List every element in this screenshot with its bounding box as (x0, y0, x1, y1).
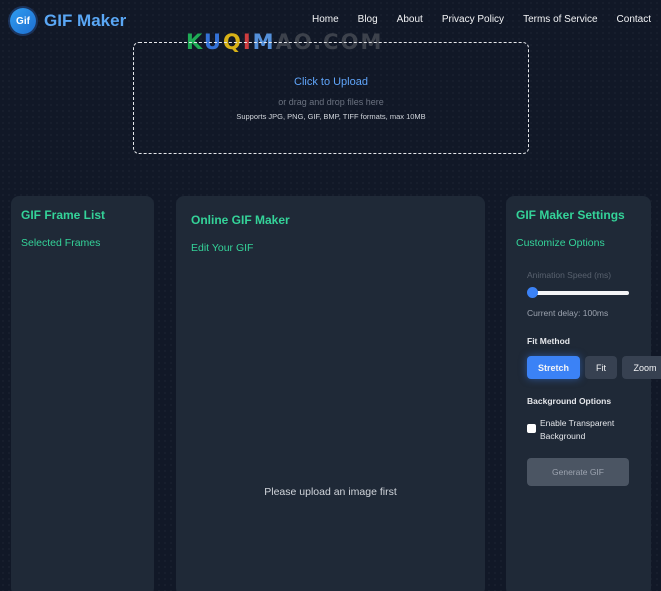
site-title: GIF Maker (44, 11, 127, 30)
nav-about-link[interactable]: About (397, 14, 423, 25)
fit-zoom-button[interactable]: Zoom (622, 356, 661, 379)
settings-panel: GIF Maker Settings Customize Options Ani… (506, 196, 661, 591)
nav-contact-link[interactable]: Contact (617, 14, 651, 25)
fit-method-label: Fit Method (527, 336, 570, 346)
nav-home-link[interactable]: Home (312, 14, 339, 25)
settings-title: GIF Maker Settings (516, 208, 625, 222)
background-options-label: Background Options (527, 396, 612, 406)
nav-blog-link[interactable]: Blog (358, 14, 378, 25)
fit-stretch-button[interactable]: Stretch (527, 356, 580, 379)
nav-terms-link[interactable]: Terms of Service (523, 14, 597, 25)
transparent-background-checkbox[interactable] (527, 424, 536, 433)
animation-speed-slider[interactable] (528, 291, 629, 295)
gif-logo-icon: Gif (10, 8, 36, 34)
fit-fit-button[interactable]: Fit (585, 356, 617, 379)
drag-drop-hint: or drag and drop files here (278, 97, 384, 107)
editor-panel: Online GIF Maker Edit Your GIF Please up… (176, 196, 485, 591)
frame-list-title: GIF Frame List (21, 208, 106, 222)
click-to-upload-link[interactable]: Click to Upload (134, 76, 528, 88)
selected-frames-label: Selected Frames (21, 237, 101, 249)
nav-privacy-link[interactable]: Privacy Policy (442, 14, 504, 25)
editor-title: Online GIF Maker (191, 213, 290, 227)
main-nav: Home Blog About Privacy Policy Terms of … (293, 14, 651, 25)
transparent-background-label[interactable]: Enable Transparent Background (540, 417, 640, 443)
frame-list-panel: GIF Frame List Selected Frames (11, 196, 154, 591)
animation-speed-label: Animation Speed (ms) (527, 270, 612, 280)
upload-dropzone[interactable]: Click to Upload or drag and drop files h… (133, 42, 529, 154)
customize-options-label: Customize Options (516, 237, 605, 249)
site-logo[interactable]: Gif GIF Maker (10, 8, 126, 34)
supported-formats-text: Supports JPG, PNG, GIF, BMP, TIFF format… (236, 112, 426, 121)
current-delay-text: Current delay: 100ms (527, 308, 609, 318)
slider-thumb-handle[interactable] (527, 287, 538, 298)
edit-gif-label: Edit Your GIF (191, 242, 254, 254)
upload-placeholder-message: Please upload an image first (264, 486, 397, 498)
generate-gif-button[interactable]: Generate GIF (527, 458, 629, 486)
